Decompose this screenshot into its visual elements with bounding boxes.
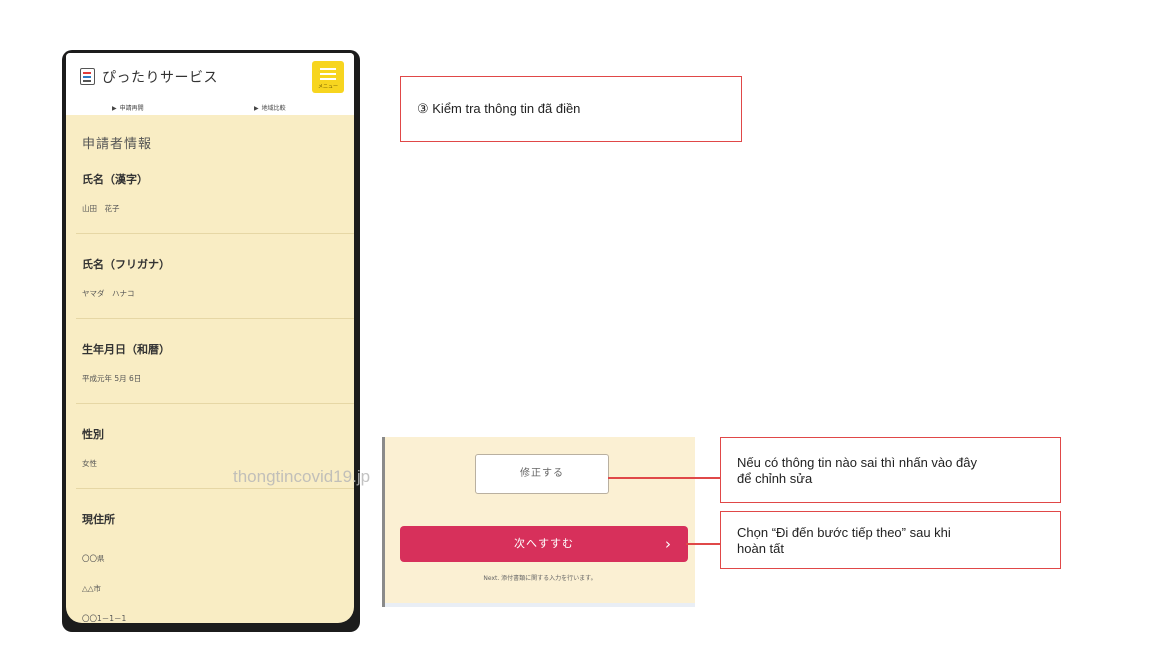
next-step-note: Next. 添付書類に関する入力を行います。 xyxy=(483,575,597,582)
edit-callout: Nếu có thông tin nào sai thì nhấn vào đâ… xyxy=(720,437,1061,503)
divider xyxy=(76,488,354,489)
hamburger-icon-bar xyxy=(320,73,336,75)
edit-callout-line2: để chỉnh sửa xyxy=(737,471,813,487)
field-value-address-prefecture: 〇〇県 xyxy=(82,554,105,563)
next-connector-line xyxy=(686,543,721,545)
field-value-address-city: △△市 xyxy=(82,584,102,593)
chevron-right-icon: › xyxy=(665,535,672,553)
field-value-name-kana: ヤマダ ハナコ xyxy=(82,289,135,298)
next-step-button[interactable]: 次へすすむ › xyxy=(400,526,688,562)
hamburger-icon xyxy=(320,68,336,70)
field-label-gender: 性別 xyxy=(82,428,104,441)
field-label-birthdate: 生年月日（和暦） xyxy=(82,343,170,356)
subnav-resume-label: 申請再開 xyxy=(119,105,144,112)
edit-connector-line xyxy=(608,477,721,479)
next-callout: Chọn “Đi đến bước tiếp theo” sau khi hoà… xyxy=(720,511,1061,569)
subnav-compare-label: 地域比較 xyxy=(261,105,286,112)
field-value-birthdate: 平成元年 5月 6日 xyxy=(82,374,142,383)
menu-label: メニュー xyxy=(317,84,338,90)
next-callout-line2: hoàn tất xyxy=(737,541,784,557)
triangle-right-icon: ▶ xyxy=(254,105,259,112)
field-label-name-kanji: 氏名（漢字） xyxy=(82,173,148,186)
subnav-compare-link[interactable]: ▶ 地域比較 xyxy=(254,103,286,112)
app-title: ぴったりサービス xyxy=(102,70,218,86)
edit-button[interactable]: 修正する xyxy=(475,454,609,494)
subnav-resume-link[interactable]: ▶ 申請再開 xyxy=(112,103,144,112)
field-label-address: 現住所 xyxy=(82,513,115,526)
triangle-right-icon: ▶ xyxy=(112,105,117,112)
field-label-name-kana: 氏名（フリガナ） xyxy=(82,258,170,271)
menu-button[interactable]: メニュー xyxy=(312,61,344,93)
watermark: thongtincovid19.jp xyxy=(233,467,371,486)
phone-frame: ぴったりサービス メニュー ▶ 申請再開 ▶ 地域比較 申請者情報 氏名（漢字） 山… xyxy=(62,50,360,632)
next-callout-line1: Chọn “Đi đến bước tiếp theo” sau khi xyxy=(737,525,951,540)
field-value-gender: 女性 xyxy=(82,459,97,468)
phone-screen: ぴったりサービス メニュー ▶ 申請再開 ▶ 地域比較 申請者情報 氏名（漢字） 山… xyxy=(66,53,354,623)
field-value-name-kanji: 山田 花子 xyxy=(82,204,120,213)
button-panel: 修正する 次へすすむ › Next. 添付書類に関する入力を行います。 xyxy=(382,437,695,607)
step-callout-text: ③ Kiểm tra thông tin đã điền xyxy=(417,101,581,116)
divider xyxy=(76,318,354,319)
section-title: 申請者情報 xyxy=(82,137,153,152)
app-header: ぴったりサービス メニュー ▶ 申請再開 ▶ 地域比較 xyxy=(66,53,354,115)
panel-bottom-strip xyxy=(385,603,695,607)
hamburger-icon-bar xyxy=(320,78,336,80)
app-logo-icon xyxy=(80,68,95,85)
step-callout: ③ Kiểm tra thông tin đã điền xyxy=(400,76,742,142)
field-value-address-street: 〇〇1－1－1 xyxy=(82,614,127,623)
divider xyxy=(76,233,354,234)
edit-callout-line1: Nếu có thông tin nào sai thì nhấn vào đâ… xyxy=(737,455,977,470)
divider xyxy=(76,403,354,404)
next-step-label: 次へすすむ xyxy=(514,537,574,550)
